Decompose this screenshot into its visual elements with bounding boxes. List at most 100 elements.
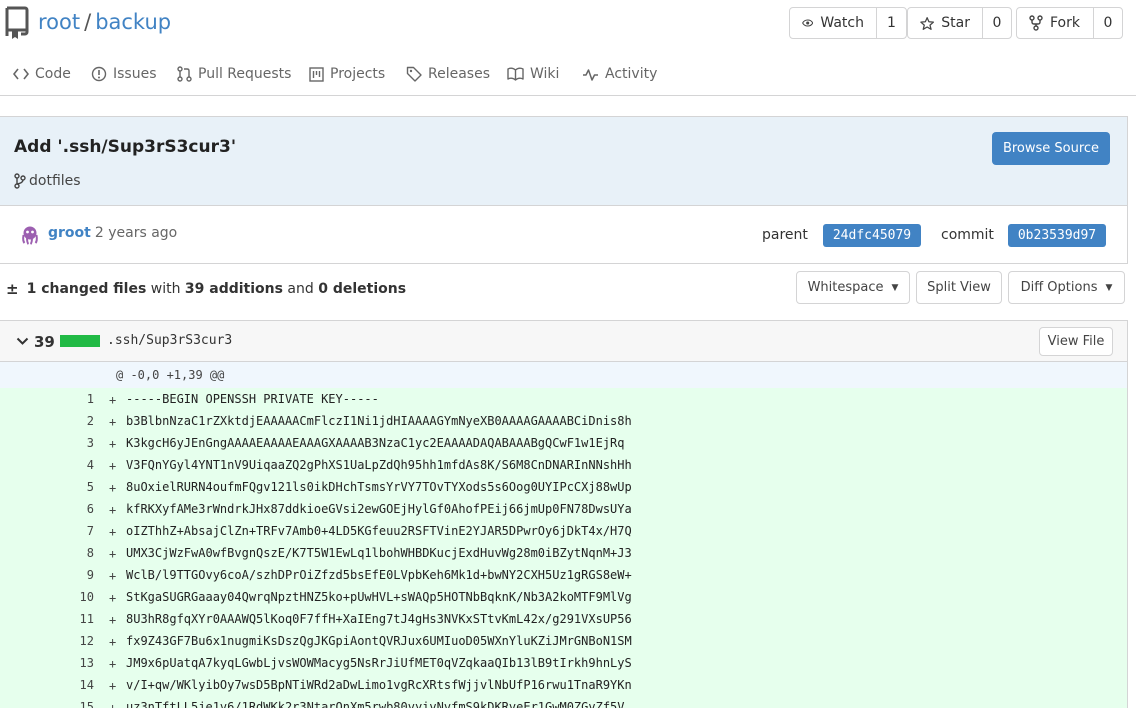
commit-branch[interactable]: dotfiles	[14, 173, 81, 189]
line-number[interactable]: 13	[60, 656, 94, 670]
diff-options-dropdown[interactable]: Diff Options ▼	[1008, 271, 1125, 304]
commit-summary: Add '.ssh/Sup3rS3cur3' dotfiles Browse S…	[0, 117, 1127, 206]
whitespace-dropdown[interactable]: Whitespace ▼	[796, 271, 910, 304]
line-number[interactable]: 2	[60, 414, 94, 428]
split-view-button[interactable]: Split View	[916, 271, 1002, 304]
fork-count[interactable]: 0	[1094, 8, 1122, 38]
diff-line: 15 + uz3nTftLL5je1v6/1RdWKk2r3NtarQnXm5rwb…	[0, 696, 1127, 708]
stats-with: with	[150, 281, 181, 297]
browse-source-button[interactable]: Browse Source	[992, 132, 1110, 165]
changed-files: 1 changed files	[26, 281, 147, 297]
repo-owner-link[interactable]: root	[38, 10, 80, 34]
diff-line: 12 + fx9Z43GF7Bu6x1nugmiKsDszQgJKGpiAontQV…	[0, 630, 1127, 652]
commit-label: commit	[941, 227, 994, 243]
line-number[interactable]: 5	[60, 480, 94, 494]
line-number[interactable]: 3	[60, 436, 94, 450]
line-content: oIZThhZ+AbsajClZn+TRFv7Amb0+4LD5KGfeuu2R…	[126, 524, 632, 538]
added-marker: +	[109, 415, 117, 429]
line-content: WclB/l9TTGOvy6coA/szhDPrOiZfzd5bsEfE0LVp…	[126, 568, 632, 582]
repo-name-link[interactable]: backup	[95, 10, 171, 34]
line-content: StKgaSUGRGaaay04QwrqNpztHNZ5ko+pUwHVL+sW…	[126, 590, 632, 604]
line-number[interactable]: 7	[60, 524, 94, 538]
diff-line: 6 + kfRKXyfAMe3rWndrkJHx87ddkioeGVsi2ewGOE…	[0, 498, 1127, 520]
view-file-button[interactable]: View File	[1039, 327, 1113, 356]
watch-button[interactable]: Watch	[790, 8, 877, 38]
line-number[interactable]: 14	[60, 678, 94, 692]
tab-issues[interactable]: Issues	[91, 66, 157, 82]
added-marker: +	[109, 569, 117, 583]
tab-projects[interactable]: Projects	[309, 66, 385, 82]
line-number[interactable]: 1	[60, 392, 94, 406]
fork-button-group: Fork 0	[1016, 7, 1123, 39]
diff-line: 7 + oIZThhZ+AbsajClZn+TRFv7Amb0+4LD5KGfeuu…	[0, 520, 1127, 542]
added-marker: +	[109, 635, 117, 649]
line-content: fx9Z43GF7Bu6x1nugmiKsDszQgJKGpiAontQVRJu…	[126, 634, 632, 648]
line-content: JM9x6pUatqA7kyqLGwbLjvsWOWMacyg5NsRrJiUf…	[126, 656, 632, 670]
line-number[interactable]: 6	[60, 502, 94, 516]
caret-down-icon: ▼	[891, 282, 899, 293]
tab-code[interactable]: Code	[13, 66, 71, 82]
parent-sha[interactable]: 24dfc45079	[823, 224, 921, 247]
line-content: 8uOxielRURN4oufmFQgv121ls0ikDHchTsmsYrVY…	[126, 480, 632, 494]
diff-stats-icon: ±	[6, 280, 19, 298]
repo-title: root / backup	[38, 10, 171, 34]
added-marker: +	[109, 547, 117, 561]
eye-icon	[802, 19, 814, 27]
commit-sha[interactable]: 0b23539d97	[1008, 224, 1106, 247]
star-button[interactable]: Star	[908, 8, 983, 38]
watch-button-group: Watch 1	[789, 7, 907, 39]
added-marker: +	[109, 591, 117, 605]
chevron-down-icon[interactable]	[16, 334, 29, 350]
line-number[interactable]: 11	[60, 612, 94, 626]
added-marker: +	[109, 503, 117, 517]
diff-line: 1 + -----BEGIN OPENSSH PRIVATE KEY-----	[0, 388, 1127, 410]
repo-nav: Code Issues Pull Requests Projects Relea…	[0, 60, 1136, 96]
fork-button[interactable]: Fork	[1017, 8, 1094, 38]
diff-line: 13 + JM9x6pUatqA7kyqLGwbLjvsWOWMacyg5NsRrJ…	[0, 652, 1127, 674]
diff-line: 4 + V3FQnYGyl4YNT1nV9UiqaaZQ2gPhXS1UaLpZdQ…	[0, 454, 1127, 476]
line-number[interactable]: 12	[60, 634, 94, 648]
stats-and: and	[287, 281, 314, 297]
tab-wiki-label: Wiki	[530, 66, 560, 82]
diff-line: 5 +8uOxielRURN4oufmFQgv121ls0ikDHchTsmsYr…	[0, 476, 1127, 498]
pull-request-icon	[177, 66, 192, 82]
added-marker: +	[109, 657, 117, 671]
branch-icon	[14, 173, 26, 189]
star-label: Star	[941, 15, 970, 31]
line-number[interactable]: 4	[60, 458, 94, 472]
commit-time: 2 years ago	[94, 225, 178, 241]
tab-activity-label: Activity	[605, 66, 658, 82]
issue-icon	[91, 66, 107, 82]
line-content: K3kgcH6yJEnGngAAAAEAAAAEAAAGXAAAAB3NzaC1…	[126, 436, 625, 450]
watch-count[interactable]: 1	[877, 8, 906, 38]
deletions-count: 0 deletions	[318, 281, 407, 297]
project-icon	[309, 66, 324, 82]
file-additions-count: 39	[34, 333, 55, 351]
tab-pull-requests[interactable]: Pull Requests	[177, 66, 291, 82]
diff-line: 14 + v/I+qw/WKlyibOy7wsD5BpNTiWRd2aDwLimo1…	[0, 674, 1127, 696]
line-number[interactable]: 15	[60, 700, 94, 708]
tab-wiki[interactable]: Wiki	[507, 66, 559, 82]
avatar[interactable]	[20, 225, 40, 249]
diff-line: 8 + UMX3CjWzFwA0wfBvgnQszE/K7T5W1EwLq1lboh…	[0, 542, 1127, 564]
line-content: b3BlbnNzaC1rZXktdjEAAAAACmFlczI1Ni1jdHIA…	[126, 414, 632, 428]
hunk-range: @ -0,0 +1,39 @@	[116, 368, 225, 382]
tab-releases[interactable]: Releases	[406, 66, 490, 82]
file-name: .ssh/Sup3rS3cur3	[107, 333, 233, 348]
star-button-group: Star 0	[907, 7, 1012, 39]
commit-author: groot 2 years ago	[48, 225, 177, 241]
line-content: 8U3hR8gfqXYr0AAAWQ5lKoq0F7ffH+XaIEng7tJ4…	[126, 612, 632, 626]
fork-icon	[1029, 15, 1043, 31]
code-icon	[13, 68, 29, 80]
line-number[interactable]: 9	[60, 568, 94, 582]
watch-label: Watch	[820, 15, 864, 31]
tab-activity[interactable]: Activity	[582, 66, 657, 82]
tab-pull-requests-label: Pull Requests	[198, 66, 292, 82]
author-link[interactable]: groot	[48, 225, 91, 241]
diff-line: 11 +8U3hR8gfqXYr0AAAWQ5lKoq0F7ffH+XaIEng7…	[0, 608, 1127, 630]
additions-count: 39 additions	[184, 281, 283, 297]
star-count[interactable]: 0	[983, 8, 1011, 38]
line-number[interactable]: 8	[60, 546, 94, 560]
line-number[interactable]: 10	[60, 590, 94, 604]
parent-label: parent	[762, 227, 808, 243]
